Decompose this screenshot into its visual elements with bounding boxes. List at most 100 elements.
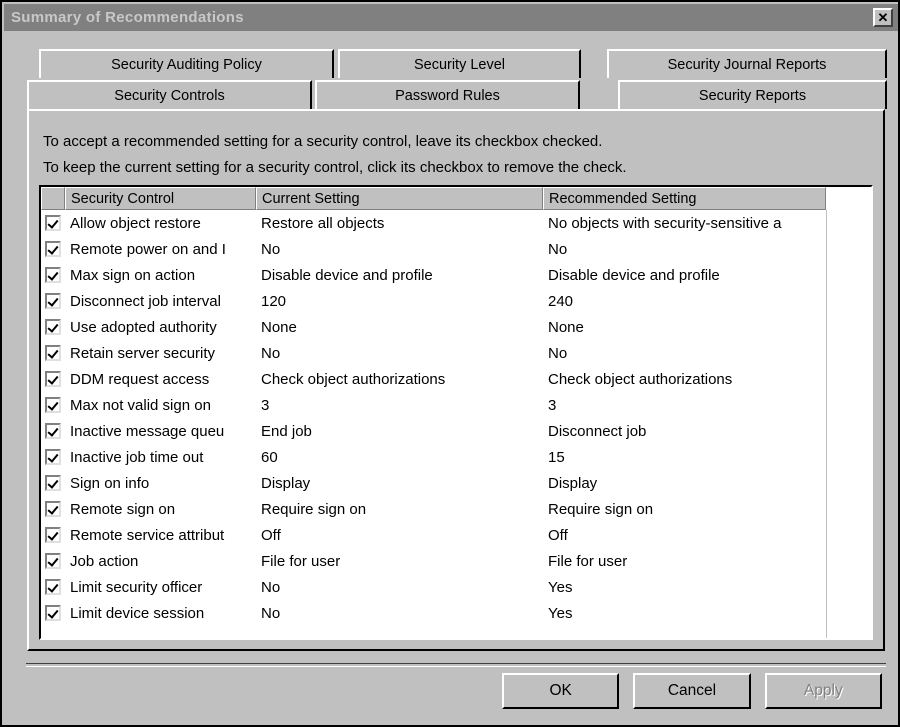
cell-current-setting: Disable device and profile [261, 266, 433, 284]
dialog-button-bar: OK Cancel Apply [502, 673, 882, 711]
checkbox-checked-icon[interactable] [45, 553, 61, 569]
checkbox-checked-icon[interactable] [45, 293, 61, 309]
checkbox-checked-icon[interactable] [45, 267, 61, 283]
cell-recommended-setting: 15 [548, 448, 565, 466]
table-row[interactable]: Disconnect job interval 120 240 [41, 288, 871, 314]
cell-security-control: Job action [70, 552, 139, 570]
checkbox-checked-icon[interactable] [45, 397, 61, 413]
cell-recommended-setting: None [548, 318, 584, 336]
cell-current-setting: Check object authorizations [261, 370, 446, 388]
table-row[interactable]: Retain server security No No [41, 340, 871, 366]
table-row[interactable]: Limit device session No Yes [41, 600, 871, 626]
row-checkbox[interactable] [41, 418, 65, 444]
cancel-button[interactable]: Cancel [633, 673, 751, 709]
checkbox-checked-icon[interactable] [45, 371, 61, 387]
cell-security-control: Limit device session [70, 604, 205, 622]
cell-recommended-setting: Disable device and profile [548, 266, 720, 284]
table-row[interactable]: Remote service attribut Off Off [41, 522, 871, 548]
footer-divider [26, 663, 886, 667]
row-checkbox[interactable] [41, 340, 65, 366]
table-row[interactable]: Inactive message queu End job Disconnect j… [41, 418, 871, 444]
checkbox-checked-icon[interactable] [45, 475, 61, 491]
cell-security-control: Inactive job time out [70, 448, 204, 466]
checkbox-checked-icon[interactable] [45, 579, 61, 595]
row-checkbox[interactable] [41, 262, 65, 288]
checkbox-checked-icon[interactable] [45, 501, 61, 517]
tab-security-controls[interactable]: Security Controls [27, 80, 312, 109]
cell-security-control: Max sign on action [70, 266, 196, 284]
table-row[interactable]: Allow object restore Restore all objects N… [41, 210, 871, 236]
table-row[interactable]: Max not valid sign on 3 3 [41, 392, 871, 418]
cell-recommended-setting: Off [548, 526, 568, 544]
row-checkbox[interactable] [41, 210, 65, 236]
table-row[interactable]: Inactive job time out 60 15 [41, 444, 871, 470]
row-checkbox[interactable] [41, 392, 65, 418]
checkbox-checked-icon[interactable] [45, 605, 61, 621]
grid-column-divider [826, 210, 827, 638]
checkbox-checked-icon[interactable] [45, 241, 61, 257]
cell-recommended-setting: Yes [548, 604, 573, 622]
grid-header-checkbox[interactable] [41, 187, 65, 210]
checkbox-checked-icon[interactable] [45, 319, 61, 335]
table-row[interactable]: Max sign on action Disable device and pro… [41, 262, 871, 288]
row-checkbox[interactable] [41, 522, 65, 548]
cell-recommended-setting: Display [548, 474, 598, 492]
instruction-line-2: To keep the current setting for a securi… [43, 159, 627, 176]
checkbox-checked-icon[interactable] [45, 527, 61, 543]
table-row[interactable]: DDM request access Check object authoriza… [41, 366, 871, 392]
row-checkbox[interactable] [41, 288, 65, 314]
cell-current-setting: Restore all objects [261, 214, 385, 232]
instruction-line-1: To accept a recommended setting for a se… [43, 133, 603, 150]
apply-button[interactable]: Apply [764, 673, 882, 709]
table-row[interactable]: Job action File for user File for user [41, 548, 871, 574]
grid-header-security-control[interactable]: Security Control [65, 187, 256, 210]
tab-security-level[interactable]: Security Level [338, 49, 581, 78]
tab-security-auditing-policy[interactable]: Security Auditing Policy [39, 49, 334, 78]
tab-password-rules[interactable]: Password Rules [315, 80, 580, 109]
grid-header-current-setting[interactable]: Current Setting [256, 187, 543, 210]
cell-security-control: Max not valid sign on [70, 396, 211, 414]
grid-header-filler [826, 187, 871, 210]
cell-current-setting: End job [261, 422, 312, 440]
tab-row-top: Security Auditing Policy Security Level Se… [27, 49, 887, 80]
cell-security-control: Disconnect job interval [70, 292, 221, 310]
checkbox-checked-icon[interactable] [45, 345, 61, 361]
dialog-window: Summary of Recommendations ✕ Security Au… [0, 0, 900, 727]
row-checkbox[interactable] [41, 496, 65, 522]
row-checkbox[interactable] [41, 314, 65, 340]
cell-security-control: Allow object restore [70, 214, 201, 232]
cell-security-control: Retain server security [70, 344, 216, 362]
row-checkbox[interactable] [41, 574, 65, 600]
cell-recommended-setting: File for user [548, 552, 628, 570]
close-icon[interactable]: ✕ [873, 8, 893, 27]
row-checkbox[interactable] [41, 548, 65, 574]
row-checkbox[interactable] [41, 236, 65, 262]
row-checkbox[interactable] [41, 366, 65, 392]
table-row[interactable]: Sign on info Display Display [41, 470, 871, 496]
window-title: Summary of Recommendations [11, 9, 244, 26]
tab-security-reports[interactable]: Security Reports [618, 80, 887, 109]
cell-recommended-setting: 240 [548, 292, 574, 310]
row-checkbox[interactable] [41, 444, 65, 470]
checkbox-checked-icon[interactable] [45, 423, 61, 439]
cell-current-setting: No [261, 578, 281, 596]
checkbox-checked-icon[interactable] [45, 215, 61, 231]
recommendations-grid[interactable]: Security Control Current Setting Recomme… [39, 185, 873, 640]
cell-security-control: Remote sign on [70, 500, 176, 518]
table-row[interactable]: Use adopted authority None None [41, 314, 871, 340]
grid-header-recommended-setting[interactable]: Recommended Setting [543, 187, 826, 210]
cell-current-setting: 120 [261, 292, 287, 310]
cell-security-control: Remote power on and I [70, 240, 226, 258]
tab-security-journal-reports[interactable]: Security Journal Reports [607, 49, 887, 78]
table-row[interactable]: Limit security officer No Yes [41, 574, 871, 600]
row-checkbox[interactable] [41, 470, 65, 496]
table-row[interactable]: Remote power on and I No No [41, 236, 871, 262]
cell-recommended-setting: No [548, 344, 568, 362]
table-row[interactable]: Remote sign on Require sign on Require sig… [41, 496, 871, 522]
row-checkbox[interactable] [41, 600, 65, 626]
cell-recommended-setting: Disconnect job [548, 422, 647, 440]
cell-current-setting: Require sign on [261, 500, 367, 518]
cell-current-setting: Off [261, 526, 281, 544]
checkbox-checked-icon[interactable] [45, 449, 61, 465]
ok-button[interactable]: OK [502, 673, 620, 709]
